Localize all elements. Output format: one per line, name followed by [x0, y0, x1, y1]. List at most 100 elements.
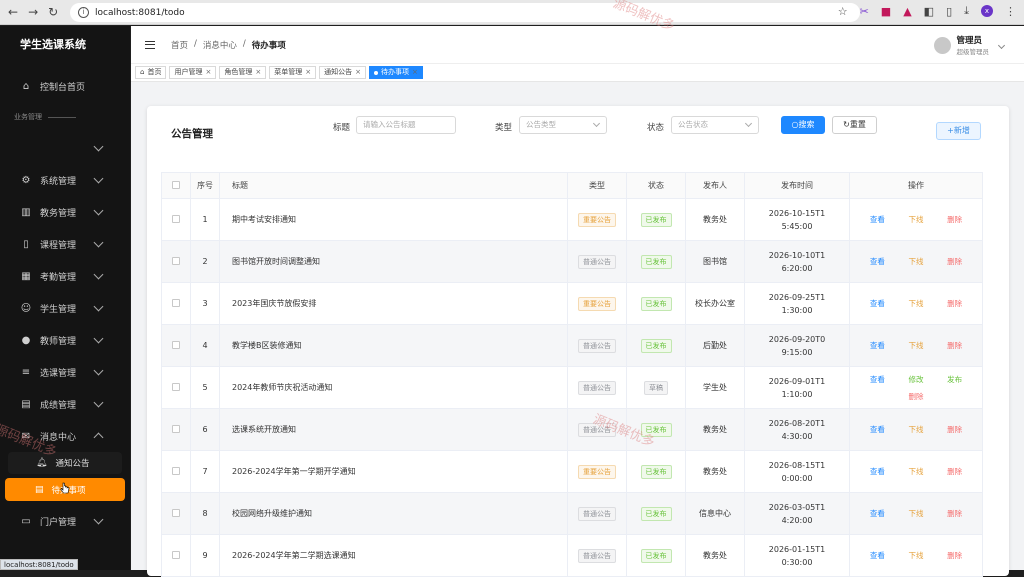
- action-link[interactable]: 查看: [870, 298, 885, 309]
- address-bar[interactable]: i localhost:8081/todo: [70, 3, 860, 22]
- status-cell: 已发布: [626, 198, 686, 241]
- row-checkbox[interactable]: [172, 298, 180, 307]
- table-row[interactable]: 4 教学楼B区装修通知 普通公告 已发布 后勤处 2026-09-20T09:15:00 查…: [161, 324, 983, 367]
- row-checkbox[interactable]: [172, 382, 180, 391]
- reload-icon[interactable]: ↻: [48, 5, 58, 19]
- action-link[interactable]: 删除: [947, 256, 962, 267]
- sidepanel-icon[interactable]: ▯: [946, 5, 952, 18]
- add-button[interactable]: +新增: [936, 122, 981, 140]
- action-link[interactable]: 下线: [908, 214, 923, 225]
- type-select[interactable]: 公告类型: [519, 116, 607, 134]
- action-link[interactable]: 修改: [908, 374, 923, 385]
- breadcrumb-item[interactable]: 首页: [171, 39, 188, 51]
- download-icon[interactable]: ⤓: [964, 4, 969, 18]
- breadcrumb-item[interactable]: 消息中心: [203, 39, 237, 51]
- row-checkbox[interactable]: [172, 340, 180, 349]
- avatar[interactable]: [933, 36, 951, 54]
- sidebar-item-collapsed[interactable]: [0, 132, 130, 164]
- sidebar-item[interactable]: ▦ 考勤管理: [0, 260, 130, 292]
- row-checkbox[interactable]: [172, 550, 180, 559]
- row-checkbox[interactable]: [172, 424, 180, 433]
- action-link[interactable]: 下线: [908, 508, 923, 519]
- sidebar-item[interactable]: ▤ 成绩管理: [0, 388, 130, 420]
- table-row[interactable]: 8 校园网络升级维护通知 普通公告 已发布 信息中心 2026-03-05T14:20:0…: [161, 492, 983, 535]
- close-icon[interactable]: ×: [355, 67, 361, 78]
- select-all-checkbox[interactable]: [172, 180, 180, 189]
- action-link[interactable]: 下线: [908, 298, 923, 309]
- table-row[interactable]: 2 图书馆开放时间调整通知 普通公告 已发布 图书馆 2026-10-10T16:20:0…: [161, 240, 983, 283]
- action-link[interactable]: 下线: [908, 340, 923, 351]
- action-link[interactable]: 下线: [908, 424, 923, 435]
- table-row[interactable]: 7 2026-2024学年第一学期开学通知 重要公告 已发布 教务处 2026-08-15…: [161, 450, 983, 493]
- tab-1[interactable]: 用户管理 ×: [169, 66, 217, 79]
- notice-title: 期中考试安排通知: [219, 198, 568, 241]
- action-link[interactable]: 下线: [908, 466, 923, 477]
- sidebar-item-portal[interactable]: ▭ 门户管理: [0, 505, 130, 537]
- tab-2[interactable]: 角色管理 ×: [219, 66, 267, 79]
- row-checkbox[interactable]: [172, 214, 180, 223]
- action-link[interactable]: 删除: [947, 466, 962, 477]
- close-icon[interactable]: ×: [205, 67, 211, 78]
- puzzle-icon[interactable]: ◧: [924, 5, 934, 18]
- sidebar-item[interactable]: ▥ 教务管理: [0, 196, 130, 228]
- action-link[interactable]: 删除: [858, 391, 974, 402]
- status-select[interactable]: 公告状态: [671, 116, 759, 134]
- sidebar-item[interactable]: ≡ 选课管理: [0, 356, 130, 388]
- action-link[interactable]: 删除: [947, 424, 962, 435]
- chevron-down-icon[interactable]: [997, 41, 1006, 49]
- sidebar-item[interactable]: ▯ 课程管理: [0, 228, 130, 260]
- reset-button[interactable]: ↻重置: [832, 116, 877, 134]
- table-row[interactable]: 5 2024年教师节庆祝活动通知 普通公告 草稿 学生处 2026-09-01T11:10…: [161, 366, 983, 409]
- action-link[interactable]: 查看: [870, 256, 885, 267]
- back-icon[interactable]: ←: [8, 5, 18, 19]
- sidebar-item[interactable]: ✉ 消息中心: [0, 420, 130, 452]
- close-icon[interactable]: ×: [255, 67, 261, 78]
- action-link[interactable]: 查看: [870, 374, 885, 385]
- user-menu[interactable]: 管理员 超级管理员: [933, 34, 1006, 56]
- more-menu-icon[interactable]: ⋮: [1005, 5, 1016, 18]
- action-link[interactable]: 删除: [947, 298, 962, 309]
- forward-icon[interactable]: →: [28, 5, 38, 19]
- tab-4[interactable]: 通知公告 ×: [319, 66, 366, 79]
- action-link[interactable]: 查看: [870, 214, 885, 225]
- sidebar-item[interactable]: ● 教师管理: [0, 324, 130, 356]
- action-link[interactable]: 查看: [870, 340, 885, 351]
- menu-toggle-icon[interactable]: [145, 40, 155, 49]
- action-link[interactable]: 查看: [870, 550, 885, 561]
- table-row[interactable]: 1 期中考试安排通知 重要公告 已发布 教务处 2026-10-15T15:45:00 查看…: [161, 198, 983, 241]
- action-link[interactable]: 删除: [947, 508, 962, 519]
- action-link[interactable]: 查看: [870, 424, 885, 435]
- list-icon: ≡: [21, 366, 31, 378]
- row-checkbox[interactable]: [172, 466, 180, 475]
- profile-avatar[interactable]: x: [981, 5, 993, 17]
- table-row[interactable]: 6 选课系统开放通知 普通公告 已发布 教务处 2026-08-20T14:30:00 查看…: [161, 408, 983, 451]
- action-link[interactable]: 查看: [870, 466, 885, 477]
- row-checkbox[interactable]: [172, 508, 180, 517]
- site-info-icon[interactable]: i: [78, 7, 89, 18]
- action-link[interactable]: 删除: [947, 340, 962, 351]
- tab-5[interactable]: 待办事项 ×: [368, 66, 423, 79]
- title-search-input[interactable]: 请输入公告标题: [356, 116, 456, 134]
- bookmark-star-icon[interactable]: ☆: [838, 5, 848, 18]
- extension-icon[interactable]: ✂: [860, 5, 869, 18]
- action-link[interactable]: 删除: [947, 214, 962, 225]
- table-row[interactable]: 9 2026-2024学年第二学期选课通知 普通公告 已发布 教务处 2026-01-15…: [161, 534, 983, 577]
- row-checkbox[interactable]: [172, 256, 180, 265]
- sidebar-item-home[interactable]: ⌂ 控制台首页: [0, 70, 130, 102]
- action-link[interactable]: 下线: [908, 256, 923, 267]
- extension-icon[interactable]: ■: [881, 5, 891, 18]
- sidebar-item[interactable]: ⚙ 系统管理: [0, 164, 130, 196]
- sidebar-subitem-notice[interactable]: 🔔︎ 通知公告: [8, 452, 122, 474]
- extension-icon[interactable]: ▲: [903, 5, 911, 18]
- action-link[interactable]: 查看: [870, 508, 885, 519]
- action-link[interactable]: 发布: [947, 374, 962, 385]
- search-button[interactable]: ○搜索: [781, 116, 825, 134]
- sidebar-item[interactable]: ☺ 学生管理: [0, 292, 130, 324]
- action-link[interactable]: 下线: [908, 550, 923, 561]
- tab-0[interactable]: ⌂ 首页: [135, 66, 167, 79]
- tab-3[interactable]: 菜单管理 ×: [269, 66, 317, 79]
- close-icon[interactable]: ×: [305, 67, 311, 78]
- table-row[interactable]: 3 2023年国庆节放假安排 重要公告 已发布 校长办公室 2026-09-25T11:3…: [161, 282, 983, 325]
- action-link[interactable]: 删除: [947, 550, 962, 561]
- close-icon[interactable]: ×: [412, 67, 418, 78]
